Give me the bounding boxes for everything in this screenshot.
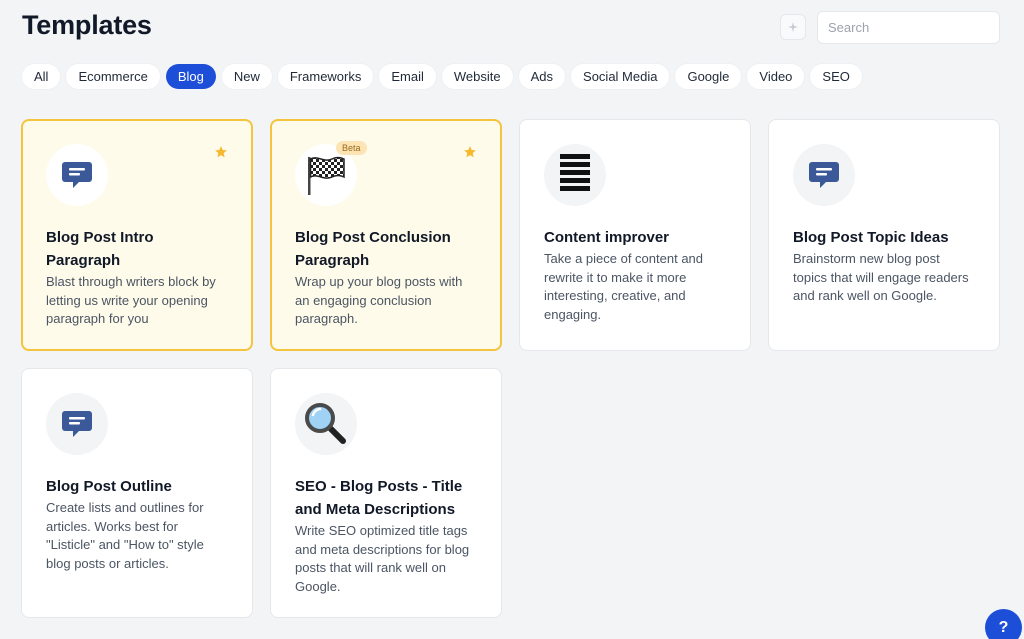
sparkle-button[interactable] — [780, 14, 806, 40]
template-title: Blog Post Intro Paragraph — [46, 229, 154, 269]
template-description: Wrap up your blog posts with an engaging… — [295, 274, 463, 326]
star-icon[interactable] — [214, 145, 228, 159]
star-icon[interactable] — [463, 145, 477, 159]
template-card-blog-post-intro[interactable]: Blog Post Intro Paragraph Blast through … — [21, 119, 253, 351]
checkered-flag-icon — [308, 156, 345, 195]
help-button[interactable]: ? — [985, 609, 1022, 639]
filter-chip-ecommerce[interactable]: Ecommerce — [66, 64, 160, 89]
category-filters: All Ecommerce Blog New Frameworks Email … — [22, 64, 862, 89]
template-icon-circle — [793, 144, 855, 206]
template-card-blog-post-conclusion[interactable]: Beta Blog Post Conclusion Paragraph Wrap… — [270, 119, 502, 351]
filter-chip-email[interactable]: Email — [379, 64, 436, 89]
template-description: Write SEO optimized title tags and meta … — [295, 523, 470, 594]
filter-chip-all[interactable]: All — [22, 64, 61, 89]
page-title: Templates — [22, 10, 152, 40]
template-card-seo-blog-posts[interactable]: SEO - Blog Posts - Title and Meta Descri… — [270, 368, 502, 618]
template-title: Blog Post Conclusion Paragraph — [295, 229, 451, 269]
text-lines-icon — [560, 154, 590, 191]
filter-chip-google[interactable]: Google — [675, 64, 742, 89]
template-description: Create lists and outlines for articles. … — [46, 500, 204, 571]
speech-bubble-icon — [809, 162, 839, 188]
template-icon-circle — [295, 393, 357, 455]
template-title: Content improver — [544, 229, 670, 246]
template-icon-circle — [46, 393, 108, 455]
search-input[interactable] — [817, 11, 1000, 44]
filter-chip-website[interactable]: Website — [441, 64, 513, 89]
beta-badge: Beta — [336, 141, 367, 155]
filter-chip-ads[interactable]: Ads — [518, 64, 566, 89]
filter-chip-new[interactable]: New — [221, 64, 272, 89]
filter-chip-seo[interactable]: SEO — [810, 64, 862, 89]
speech-bubble-icon — [62, 162, 92, 188]
filter-chip-blog[interactable]: Blog — [165, 64, 216, 89]
template-title: Blog Post Topic Ideas — [793, 229, 949, 246]
template-description: Take a piece of content and rewrite it t… — [544, 251, 704, 322]
template-card-blog-post-topic-ideas[interactable]: Blog Post Topic Ideas Brainstorm new blo… — [768, 119, 1000, 351]
sparkle-icon — [788, 22, 798, 32]
template-icon-circle — [544, 144, 606, 206]
template-title: SEO - Blog Posts - Title and Meta Descri… — [295, 478, 463, 518]
template-icon-circle — [46, 144, 108, 206]
template-grid: Blog Post Intro Paragraph Blast through … — [21, 119, 1000, 618]
filter-chip-social-media[interactable]: Social Media — [571, 64, 670, 89]
template-card-content-improver[interactable]: Content improver Take a piece of content… — [519, 119, 751, 351]
template-description: Blast through writers block by letting u… — [46, 274, 216, 326]
speech-bubble-icon — [62, 411, 92, 437]
template-card-blog-post-outline[interactable]: Blog Post Outline Create lists and outli… — [21, 368, 253, 618]
template-description: Brainstorm new blog post topics that wil… — [793, 251, 969, 303]
template-title: Blog Post Outline — [46, 478, 172, 495]
filter-chip-frameworks[interactable]: Frameworks — [277, 64, 374, 89]
magnifying-glass-icon — [305, 403, 346, 444]
filter-chip-video[interactable]: Video — [747, 64, 805, 89]
